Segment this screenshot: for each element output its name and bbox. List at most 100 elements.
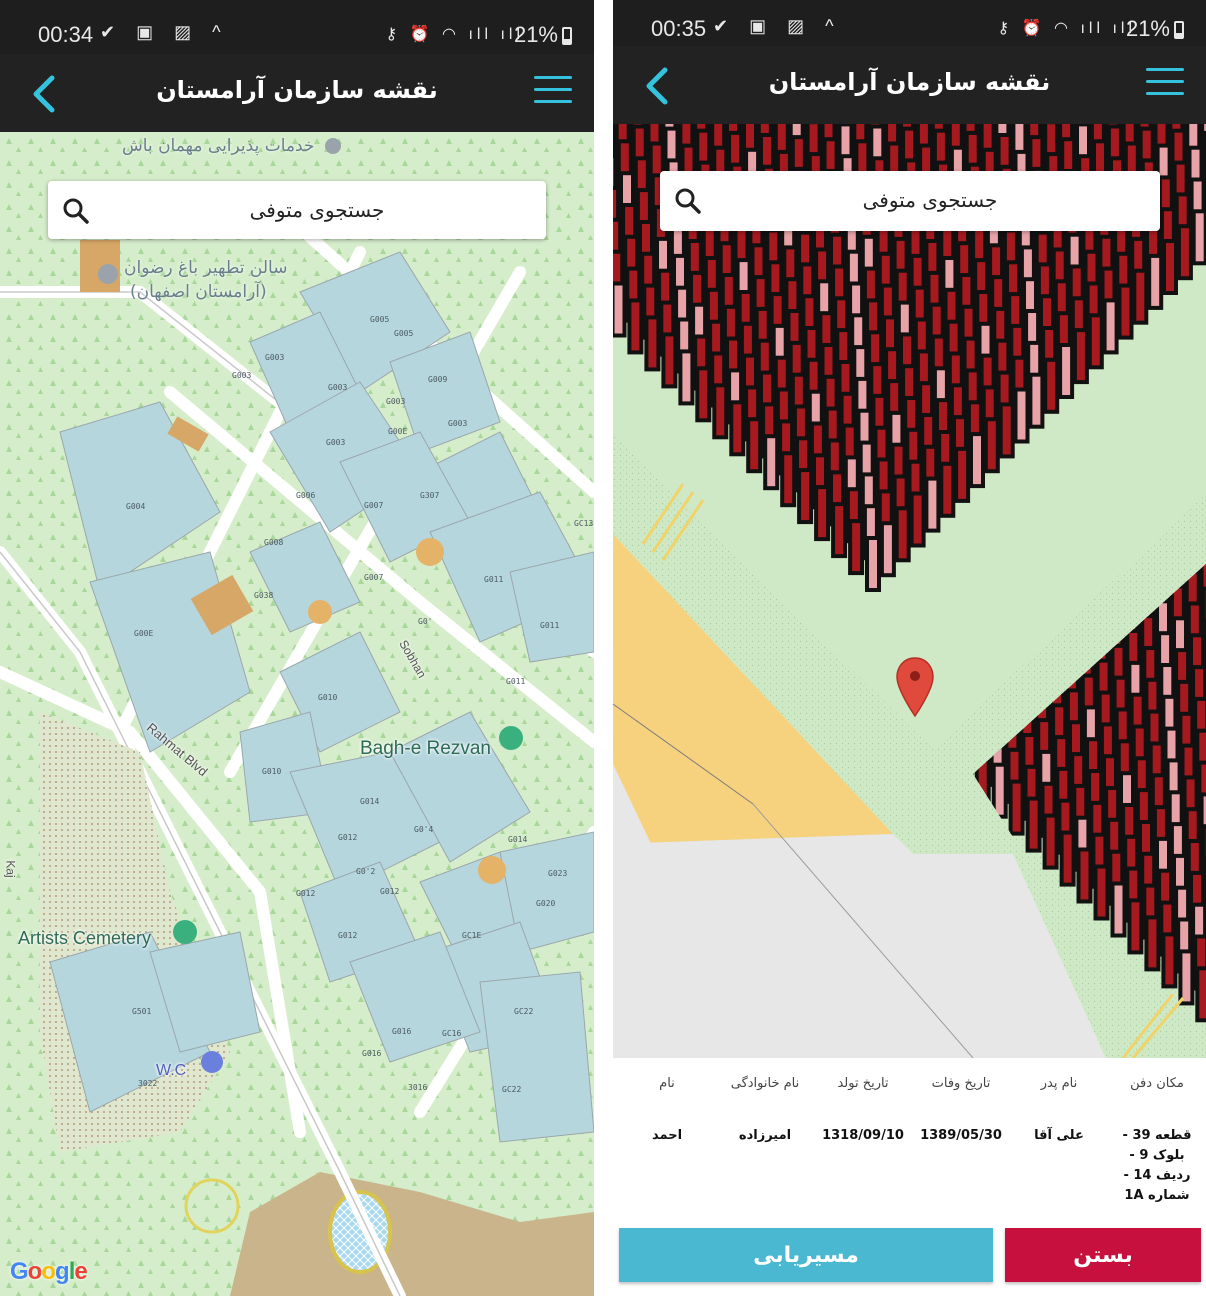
grave-plot[interactable]: [831, 502, 848, 559]
search-input[interactable]: [720, 183, 1140, 217]
grave-plot[interactable]: [1059, 830, 1076, 887]
burial-number: شماره 1A: [1124, 1188, 1190, 1203]
svg-text:G023: G023: [548, 869, 567, 878]
poi-hall-label: سالن تطهیر باغ رضوان: [124, 258, 288, 278]
svg-text:G038: G038: [254, 591, 273, 600]
grave-plot[interactable]: [678, 349, 695, 406]
battery-level: 21%: [513, 22, 558, 47]
svg-text:G003: G003: [386, 397, 405, 406]
page-title: نقشه سازمان آرامستان: [768, 68, 1051, 96]
grave-plot[interactable]: [780, 451, 797, 508]
grave-plot[interactable]: [627, 298, 644, 355]
grave-plot[interactable]: [1110, 881, 1127, 938]
status-time: 00:34: [38, 22, 94, 47]
svg-text:G005: G005: [394, 329, 413, 338]
grave-plot[interactable]: [797, 468, 814, 525]
grave-plot[interactable]: [1042, 813, 1059, 870]
grave-plot[interactable]: [1117, 283, 1134, 340]
search-input[interactable]: [108, 193, 526, 227]
search-bar[interactable]: [660, 171, 1160, 231]
map-view-zoomed[interactable]: [613, 124, 1206, 1058]
svg-text:3022: 3022: [138, 1079, 157, 1088]
grave-plot[interactable]: [661, 332, 678, 389]
svg-text:G009: G009: [428, 375, 447, 384]
hamburger-menu-icon[interactable]: [1146, 68, 1184, 102]
status-time: 00:35: [651, 16, 707, 41]
status-bar: 00:35 ✔ ▣ ▨ ^ ⚷ ⏰ ◠ ıll ıll 21%: [613, 0, 1206, 46]
grave-plot-map[interactable]: [613, 124, 1206, 1058]
wc-label: W.C: [156, 1062, 187, 1079]
grave-plot[interactable]: [1072, 328, 1089, 385]
grave-plot[interactable]: [848, 519, 865, 576]
grave-plot[interactable]: [894, 506, 911, 563]
grave-plot[interactable]: [1076, 847, 1093, 904]
search-bar[interactable]: [48, 181, 546, 239]
grave-plot[interactable]: [865, 536, 881, 592]
grave-plot[interactable]: [1093, 864, 1110, 921]
svg-text:G014: G014: [508, 835, 527, 844]
grave-plot[interactable]: [909, 491, 926, 548]
svg-text:G011: G011: [540, 621, 559, 630]
grave-plot[interactable]: [924, 476, 941, 533]
grave-plot[interactable]: [983, 417, 1000, 474]
grave-plot[interactable]: [1025, 796, 1042, 853]
col-first-name: نام احمد: [618, 1076, 716, 1146]
grave-plot[interactable]: [1013, 387, 1030, 444]
grave-plot[interactable]: [969, 432, 985, 489]
grave-plot[interactable]: [1127, 898, 1144, 955]
grave-plot[interactable]: [1144, 915, 1161, 972]
grave-plot[interactable]: [1102, 298, 1119, 355]
value-father-name: علی آقا: [1034, 1128, 1084, 1143]
svg-text:G00E: G00E: [388, 427, 407, 436]
grave-plot[interactable]: [879, 521, 896, 578]
grave-plot[interactable]: [695, 366, 712, 423]
grave-plot[interactable]: [939, 461, 956, 518]
grave-plot[interactable]: [1043, 357, 1060, 414]
grave-plot[interactable]: [1132, 268, 1149, 325]
close-button[interactable]: بستن: [1005, 1228, 1201, 1282]
grave-plot[interactable]: [1147, 253, 1164, 310]
grave-plot[interactable]: [954, 446, 971, 503]
grave-plot[interactable]: [729, 400, 746, 457]
grave-plot[interactable]: [998, 402, 1015, 459]
grave-plot[interactable]: [613, 281, 627, 338]
svg-text:GC22: GC22: [514, 1007, 533, 1016]
map-view[interactable]: G005 G005 G003 G003 G009 G003 G003 G003 …: [0, 132, 594, 1296]
grave-plot[interactable]: [1028, 372, 1045, 429]
app-bar: نقشه سازمان آرامستان: [0, 54, 594, 132]
svg-text:G003: G003: [232, 371, 251, 380]
grave-plot[interactable]: [814, 485, 831, 542]
route-button[interactable]: مسیریابی: [619, 1228, 993, 1282]
header-burial-place: مکان دفن: [1130, 1076, 1184, 1091]
grave-plot[interactable]: [1087, 313, 1104, 370]
svg-text:G012: G012: [380, 887, 399, 896]
status-bar: 00:34 ✔ ▣ ▨ ^ ⚷ ⏰ ◠ ıll ıll 21%: [0, 0, 594, 54]
value-first-name: احمد: [651, 1128, 683, 1143]
grave-plot[interactable]: [1008, 779, 1025, 836]
hamburger-menu-icon[interactable]: [534, 76, 572, 110]
svg-text:G020: G020: [536, 899, 555, 908]
svg-text:G004: G004: [126, 502, 145, 511]
grave-plot[interactable]: [1161, 932, 1178, 989]
burial-block: بلوک 9 -: [1129, 1148, 1185, 1163]
grave-plot[interactable]: [1162, 239, 1178, 295]
map-canvas[interactable]: G005 G005 G003 G003 G009 G003 G003 G003 …: [0, 132, 594, 1296]
grave-plot[interactable]: [1176, 224, 1193, 281]
svg-text:G005: G005: [370, 315, 389, 324]
grave-plot[interactable]: [991, 762, 1008, 819]
grave-plot[interactable]: [644, 315, 661, 372]
svg-text:G008: G008: [264, 538, 283, 547]
map-pin-icon[interactable]: [895, 656, 935, 718]
grave-plot[interactable]: [712, 383, 729, 440]
grave-plot[interactable]: [1178, 949, 1195, 1006]
value-death-date: 1389/05/30: [920, 1128, 1002, 1143]
grave-plot[interactable]: [746, 417, 763, 474]
grave-plot[interactable]: [1058, 343, 1075, 399]
col-burial-place: مکان دفن قطعه 39 - بلوک 9 - ردیف 14 - شم…: [1108, 1076, 1206, 1206]
poi-guest-service-label: خدمات پذیرایی مهمان باش: [122, 136, 315, 156]
grave-plot[interactable]: [1195, 966, 1206, 1023]
grave-plot[interactable]: [1191, 209, 1206, 266]
svg-text:G012: G012: [338, 833, 357, 842]
grave-plot[interactable]: [763, 434, 780, 491]
svg-text:G007: G007: [364, 501, 383, 510]
